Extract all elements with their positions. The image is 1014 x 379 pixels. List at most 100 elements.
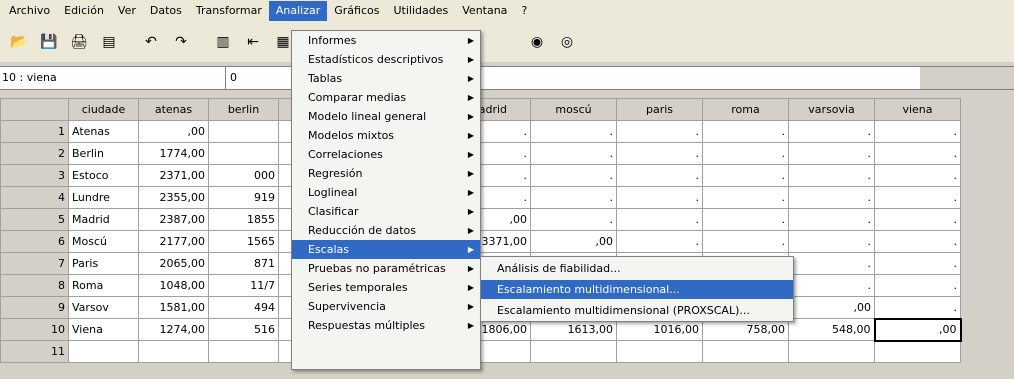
- undo-icon[interactable]: ↶: [138, 29, 164, 55]
- row-header[interactable]: 5: [0, 208, 69, 231]
- data-cell[interactable]: 1274,00: [138, 318, 209, 341]
- column-header[interactable]: ciudade: [68, 98, 139, 121]
- data-cell[interactable]: [616, 340, 703, 363]
- data-cell[interactable]: .: [702, 230, 789, 253]
- data-cell[interactable]: .: [874, 164, 961, 187]
- data-cell[interactable]: Atenas: [68, 120, 139, 143]
- data-cell[interactable]: [208, 340, 279, 363]
- row-header[interactable]: 2: [0, 142, 69, 165]
- data-cell[interactable]: .: [874, 274, 961, 297]
- data-cell[interactable]: [208, 142, 279, 165]
- menu-item-respuestas-multiples[interactable]: Respuestas múltiples ▶: [292, 316, 480, 335]
- data-cell[interactable]: [68, 340, 139, 363]
- menu-analizar[interactable]: Analizar: [268, 1, 328, 21]
- data-cell[interactable]: .: [702, 142, 789, 165]
- menu-help[interactable]: ?: [514, 1, 534, 21]
- data-cell[interactable]: [702, 340, 789, 363]
- save-icon[interactable]: 💾: [36, 29, 62, 55]
- data-cell[interactable]: .: [788, 230, 875, 253]
- data-cell[interactable]: .: [616, 186, 703, 209]
- data-cell[interactable]: .: [616, 164, 703, 187]
- data-cell[interactable]: 11/7: [208, 274, 279, 297]
- row-header[interactable]: 3: [0, 164, 69, 187]
- data-cell[interactable]: [788, 340, 875, 363]
- menu-gr-ficos[interactable]: Gráficos: [327, 1, 386, 21]
- data-cell[interactable]: 1565: [208, 230, 279, 253]
- menu-item-loglineal[interactable]: Loglineal ▶: [292, 183, 480, 202]
- data-cell[interactable]: .: [874, 252, 961, 275]
- data-cell[interactable]: .: [616, 142, 703, 165]
- use-sets-icon[interactable]: ◉: [524, 29, 550, 55]
- data-cell[interactable]: Roma: [68, 274, 139, 297]
- menu-item-correlaciones[interactable]: Correlaciones ▶: [292, 145, 480, 164]
- data-cell[interactable]: .: [788, 142, 875, 165]
- menu-item-reduccion-de-datos[interactable]: Reducción de datos ▶: [292, 221, 480, 240]
- submenu-item-1[interactable]: Análisis de fiabilidad...: [481, 259, 793, 278]
- column-header[interactable]: varsovia: [788, 98, 875, 121]
- data-cell[interactable]: .: [788, 252, 875, 275]
- row-header[interactable]: 9: [0, 296, 69, 319]
- menu-item-supervivencia[interactable]: Supervivencia ▶: [292, 297, 480, 316]
- menu-item-tablas[interactable]: Tablas ▶: [292, 69, 480, 88]
- data-cell[interactable]: .: [530, 142, 617, 165]
- menu-item-modelos-mixtos[interactable]: Modelos mixtos ▶: [292, 126, 480, 145]
- column-header[interactable]: paris: [616, 98, 703, 121]
- column-header[interactable]: moscú: [530, 98, 617, 121]
- data-cell[interactable]: 548,00: [788, 318, 875, 341]
- data-cell[interactable]: Moscú: [68, 230, 139, 253]
- data-cell[interactable]: 2355,00: [138, 186, 209, 209]
- data-cell[interactable]: .: [616, 230, 703, 253]
- data-cell[interactable]: 2387,00: [138, 208, 209, 231]
- data-cell[interactable]: Berlin: [68, 142, 139, 165]
- data-cell[interactable]: Estoco: [68, 164, 139, 187]
- menu-utilidades[interactable]: Utilidades: [387, 1, 456, 21]
- menu-edici-n[interactable]: Edición: [57, 1, 111, 21]
- menu-item-escalas[interactable]: Escalas ▶: [292, 240, 480, 259]
- data-cell[interactable]: .: [874, 120, 961, 143]
- submenu-item-3[interactable]: Escalamiento multidimensional (PROXSCAL)…: [481, 301, 793, 320]
- data-cell[interactable]: Varsov: [68, 296, 139, 319]
- data-cell[interactable]: .: [616, 208, 703, 231]
- data-cell[interactable]: 1774,00: [138, 142, 209, 165]
- data-cell[interactable]: .: [874, 296, 961, 319]
- data-cell[interactable]: 516: [208, 318, 279, 341]
- data-cell[interactable]: ,00: [788, 296, 875, 319]
- data-cell[interactable]: .: [874, 208, 961, 231]
- menu-item-clasificar[interactable]: Clasificar ▶: [292, 202, 480, 221]
- goto-chart-icon[interactable]: ▥: [210, 29, 236, 55]
- data-cell[interactable]: .: [788, 208, 875, 231]
- menu-ventana[interactable]: Ventana: [455, 1, 514, 21]
- data-cell[interactable]: 2371,00: [138, 164, 209, 187]
- data-cell[interactable]: 1048,00: [138, 274, 209, 297]
- data-cell[interactable]: .: [702, 120, 789, 143]
- data-cell[interactable]: .: [874, 230, 961, 253]
- data-cell[interactable]: [138, 340, 209, 363]
- data-cell[interactable]: [530, 340, 617, 363]
- data-cell[interactable]: Madrid: [68, 208, 139, 231]
- data-cell[interactable]: 494: [208, 296, 279, 319]
- data-cell[interactable]: 919: [208, 186, 279, 209]
- menu-transformar[interactable]: Transformar: [189, 1, 269, 21]
- redo-icon[interactable]: ↷: [168, 29, 194, 55]
- open-icon[interactable]: 📂: [6, 29, 32, 55]
- menu-item-estadisticos-descriptivos[interactable]: Estadísticos descriptivos ▶: [292, 50, 480, 69]
- row-header[interactable]: 4: [0, 186, 69, 209]
- data-cell[interactable]: 1581,00: [138, 296, 209, 319]
- data-cell[interactable]: 000: [208, 164, 279, 187]
- data-cell[interactable]: ,00: [138, 120, 209, 143]
- menu-item-comparar-medias[interactable]: Comparar medias ▶: [292, 88, 480, 107]
- grid-corner[interactable]: [0, 98, 69, 121]
- menu-item-pruebas-no-parametricas[interactable]: Pruebas no paramétricas ▶: [292, 259, 480, 278]
- data-cell[interactable]: Paris: [68, 252, 139, 275]
- data-cell[interactable]: .: [874, 186, 961, 209]
- print-icon[interactable]: 🖨: [66, 29, 92, 55]
- data-cell[interactable]: 871: [208, 252, 279, 275]
- data-cell[interactable]: .: [530, 120, 617, 143]
- data-cell[interactable]: ,00: [873, 317, 962, 342]
- column-header[interactable]: atenas: [138, 98, 209, 121]
- data-cell[interactable]: .: [530, 208, 617, 231]
- data-cell[interactable]: [874, 340, 961, 363]
- menu-datos[interactable]: Datos: [143, 1, 189, 21]
- menu-archivo[interactable]: Archivo: [2, 1, 57, 21]
- data-cell[interactable]: .: [702, 208, 789, 231]
